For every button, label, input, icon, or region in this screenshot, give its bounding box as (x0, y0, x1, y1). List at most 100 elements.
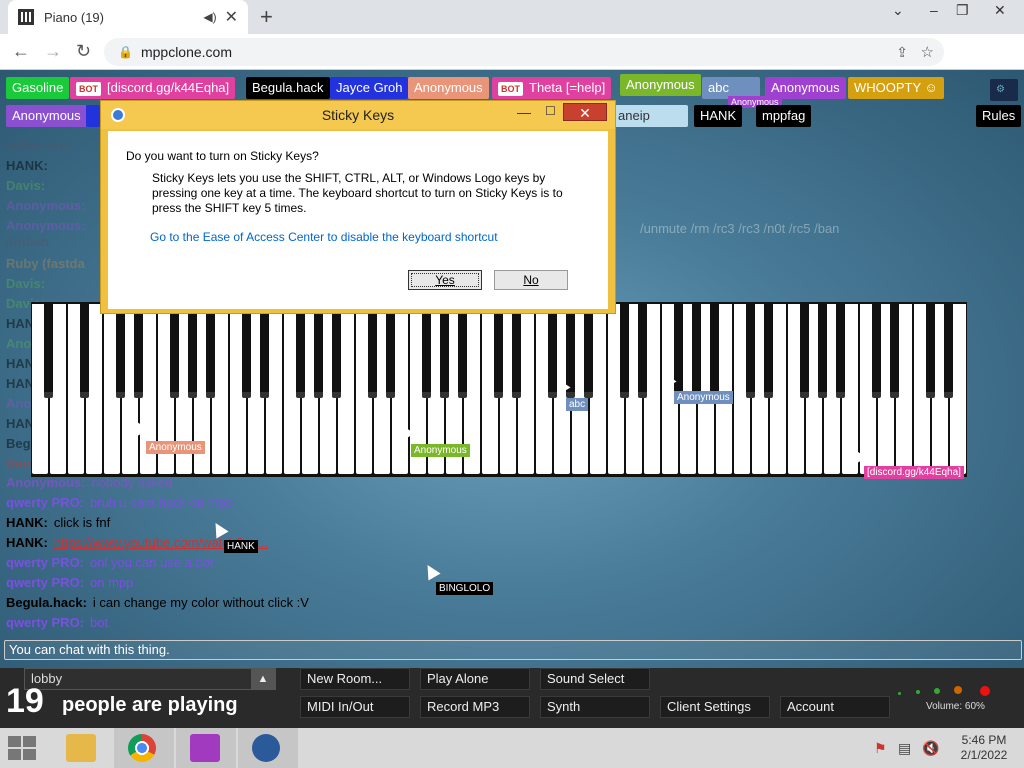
piano-black-key[interactable] (80, 302, 89, 398)
piano-black-key[interactable] (116, 302, 125, 398)
tab-search-chevron-icon[interactable]: ⌄ (892, 2, 904, 19)
piano-black-key[interactable] (944, 302, 953, 398)
piano-black-key[interactable] (368, 302, 377, 398)
piano-black-key[interactable] (872, 302, 881, 398)
piano-black-key[interactable] (386, 302, 395, 398)
back-arrow-icon[interactable]: ← (12, 41, 30, 62)
piano-black-key[interactable] (674, 302, 683, 398)
piano-black-key[interactable] (746, 302, 755, 398)
record-mp3-button[interactable]: Record MP3 (420, 696, 530, 718)
piano-black-key[interactable] (512, 302, 521, 398)
chat-author: qwerty PRO: (6, 575, 85, 590)
piano-black-key[interactable] (206, 302, 215, 398)
synth-button[interactable]: Synth (540, 696, 650, 718)
cursor-label: Anonymous (674, 391, 733, 404)
piano-black-key[interactable] (314, 302, 323, 398)
cursor-label: HANK (224, 540, 258, 553)
chrome-icon[interactable] (128, 734, 156, 762)
dialog-minimize-icon[interactable]: — (517, 104, 531, 120)
dialog-title: Sticky Keys (321, 107, 395, 123)
restore-window-icon[interactable]: ❐ (956, 2, 969, 19)
name-tag-label: Begula.hack (252, 80, 324, 95)
dialog-close-button[interactable]: ✕ (563, 103, 607, 121)
piano-black-key[interactable] (170, 302, 179, 398)
no-button[interactable]: No (494, 270, 568, 290)
ease-of-access-link[interactable]: Go to the Ease of Access Center to disab… (150, 230, 498, 244)
piano-black-key[interactable] (620, 302, 629, 398)
name-tag: Gasoline (6, 77, 70, 99)
piano-black-key[interactable] (260, 302, 269, 398)
piano-black-key[interactable] (836, 302, 845, 398)
chat-author: Anonymous: (6, 475, 86, 490)
sound-select-button[interactable]: Sound Select (540, 668, 650, 690)
network-icon[interactable]: ▤ (898, 740, 911, 757)
chat-line: Ruby (fastda (6, 256, 85, 271)
chat-message: nobody asked (91, 475, 173, 490)
lock-icon[interactable]: 🔒 (118, 45, 133, 59)
piano-black-key[interactable] (494, 302, 503, 398)
name-tag: BOT Theta [=help] (492, 77, 612, 99)
omnibox[interactable]: 🔒 mppclone.com ⇪ ☆ (104, 38, 944, 66)
reload-icon[interactable]: ↻ (76, 41, 91, 62)
piano-black-key[interactable] (890, 302, 899, 398)
volume-knob[interactable] (954, 686, 962, 694)
name-tag: WHOOPTY ☺ (848, 77, 944, 99)
piano-black-key[interactable] (818, 302, 827, 398)
name-tag-label: Jayce Groh (336, 80, 403, 95)
system-clock[interactable]: 5:46 PM 2/1/2022 (952, 733, 1016, 763)
piano-black-key[interactable] (692, 302, 701, 398)
piano-black-key[interactable] (332, 302, 341, 398)
speaker-icon[interactable]: ◀) (203, 10, 216, 24)
new-room-button[interactable]: New Room... (300, 668, 410, 690)
dialog-description: Sticky Keys lets you use the SHIFT, CTRL… (152, 171, 563, 215)
piano-black-key[interactable] (296, 302, 305, 398)
dialog-maximize-icon[interactable]: ☐ (545, 104, 556, 118)
camera-app-icon[interactable] (190, 734, 220, 762)
cursor-label: Anonymous (146, 441, 205, 454)
ease-of-access-taskbar-icon[interactable] (252, 734, 280, 762)
yes-button[interactable]: Yes (408, 270, 482, 290)
dialog-titlebar[interactable]: Sticky Keys — ☐ ✕ (101, 101, 615, 129)
file-explorer-icon[interactable] (66, 734, 96, 762)
piano-black-key[interactable] (422, 302, 431, 398)
play-alone-button[interactable]: Play Alone (420, 668, 530, 690)
tab-close-icon[interactable]: ✕ (225, 7, 238, 27)
account-button[interactable]: Account (780, 696, 890, 718)
piano-black-key[interactable] (440, 302, 449, 398)
piano-black-key[interactable] (584, 302, 593, 398)
room-dropdown-arrow-icon[interactable]: ▲ (251, 669, 275, 689)
name-tag-label: Anonymous (414, 80, 483, 95)
url-text[interactable]: mppclone.com (141, 44, 232, 60)
browser-tab[interactable]: Piano (19) ◀) ✕ (8, 0, 248, 34)
close-window-icon[interactable]: ✕ (994, 2, 1006, 19)
piano-black-key[interactable] (764, 302, 773, 398)
piano-black-key[interactable] (188, 302, 197, 398)
network-warning-icon[interactable]: ⚑ (874, 740, 887, 757)
new-tab-button[interactable]: + (260, 4, 273, 30)
start-windows-icon[interactable] (8, 736, 38, 762)
share-icon[interactable]: ⇪ (896, 44, 908, 61)
chat-input[interactable]: You can chat with this thing. (4, 640, 1022, 660)
no-label: No (523, 273, 539, 287)
dialog-question: Do you want to turn on Sticky Keys? (126, 149, 319, 163)
piano-black-key[interactable] (134, 302, 143, 398)
piano-black-key[interactable] (242, 302, 251, 398)
piano-black-key[interactable] (926, 302, 935, 398)
midi-button[interactable]: MIDI In/Out (300, 696, 410, 718)
piano-black-key[interactable] (44, 302, 53, 398)
dialog-body: Do you want to turn on Sticky Keys? Stic… (108, 131, 608, 309)
client-settings-button[interactable]: Client Settings (660, 696, 770, 718)
bookmark-star-icon[interactable]: ☆ (921, 43, 934, 61)
piano-black-key[interactable] (638, 302, 647, 398)
settings-tag-icon[interactable]: ⚙ (990, 79, 1018, 101)
chat-line: qwerty PRO: onl you can use a bot (6, 555, 214, 570)
volume-muted-icon[interactable]: 🔇 (922, 740, 939, 757)
room-select[interactable]: lobby ▲ (24, 668, 276, 690)
minimize-window-icon[interactable]: – (930, 2, 938, 18)
piano-black-key[interactable] (800, 302, 809, 398)
chat-message: i can change my color without click :V (92, 595, 309, 610)
name-tag-label: Anonymous (12, 108, 81, 123)
piano-black-key[interactable] (710, 302, 719, 398)
piano-black-key[interactable] (458, 302, 467, 398)
forward-arrow-icon[interactable]: → (44, 41, 62, 62)
